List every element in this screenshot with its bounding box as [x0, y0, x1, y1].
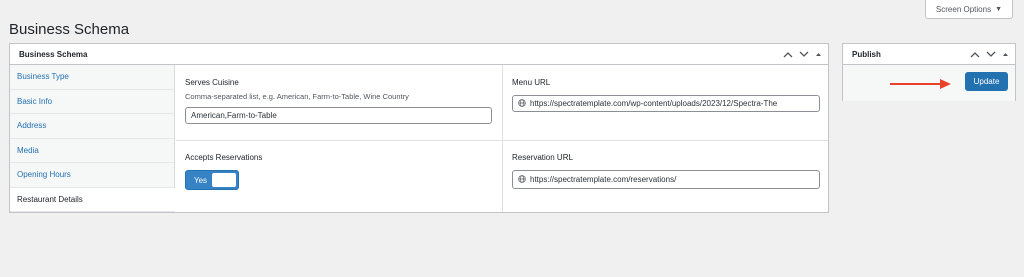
publish-header: Publish: [843, 44, 1015, 65]
row-divider: [176, 140, 828, 141]
chevron-down-icon[interactable]: [986, 51, 996, 58]
screen-options-label: Screen Options: [935, 4, 992, 14]
caret-down-icon: ▼: [995, 5, 1002, 13]
chevron-down-icon[interactable]: [799, 51, 809, 58]
column-divider: [502, 65, 503, 212]
restaurant-details-panel: Serves Cuisine Comma-separated list, e.g…: [176, 65, 828, 212]
tab-opening-hours[interactable]: Opening Hours: [10, 163, 174, 188]
handle-actions: [783, 51, 822, 58]
serves-cuisine-label: Serves Cuisine: [185, 78, 239, 87]
tab-media[interactable]: Media: [10, 139, 174, 163]
menu-url-value: https://spectratemplate.com/wp-content/u…: [530, 99, 778, 108]
business-schema-box-title: Business Schema: [19, 49, 88, 59]
toggle-knob: [212, 173, 236, 187]
chevron-up-icon[interactable]: [783, 51, 793, 58]
triangle-up-icon[interactable]: [815, 51, 822, 58]
reservation-url-field: Reservation URL https://spectratemplate.…: [512, 153, 820, 189]
reservation-url-input[interactable]: https://spectratemplate.com/reservations…: [512, 170, 820, 189]
business-schema-header: Business Schema: [10, 44, 828, 65]
toggle-state-text: Yes: [194, 175, 208, 185]
reservation-url-label: Reservation URL: [512, 153, 573, 162]
screen-options-button[interactable]: Screen Options ▼: [924, 0, 1013, 19]
serves-cuisine-input[interactable]: American,Farm-to-Table: [185, 107, 492, 124]
accepts-reservations-label: Accepts Reservations: [185, 153, 263, 162]
publish-box: Publish Update: [842, 43, 1016, 101]
tab-restaurant-details[interactable]: Restaurant Details: [10, 187, 175, 212]
globe-icon: [518, 98, 526, 109]
triangle-up-icon[interactable]: [1002, 51, 1009, 58]
page-title: Business Schema: [9, 21, 130, 39]
handle-actions: [970, 51, 1009, 58]
tab-basic-info[interactable]: Basic Info: [10, 90, 174, 114]
serves-cuisine-field: Serves Cuisine Comma-separated list, e.g…: [185, 78, 492, 124]
business-schema-box: Business Schema Business Type Basic Info…: [9, 43, 829, 213]
schema-tabs: Business Type Basic Info Address Media O…: [10, 65, 175, 212]
menu-url-field: Menu URL https://spectratemplate.com/wp-…: [512, 78, 820, 112]
publish-actions: Update: [843, 65, 1015, 101]
right-arrow-icon: [889, 77, 953, 95]
menu-url-input[interactable]: https://spectratemplate.com/wp-content/u…: [512, 95, 820, 112]
tab-business-type[interactable]: Business Type: [10, 65, 174, 90]
accepts-reservations-field: Accepts Reservations Yes: [185, 153, 492, 190]
globe-icon: [518, 174, 526, 185]
tab-address[interactable]: Address: [10, 114, 174, 139]
serves-cuisine-description: Comma-separated list, e.g. American, Far…: [185, 92, 409, 101]
chevron-up-icon[interactable]: [970, 51, 980, 58]
update-button[interactable]: Update: [965, 72, 1008, 91]
accepts-reservations-toggle[interactable]: Yes: [185, 170, 239, 190]
menu-url-label: Menu URL: [512, 78, 551, 87]
publish-box-title: Publish: [852, 49, 881, 59]
reservation-url-value: https://spectratemplate.com/reservations…: [530, 175, 677, 184]
